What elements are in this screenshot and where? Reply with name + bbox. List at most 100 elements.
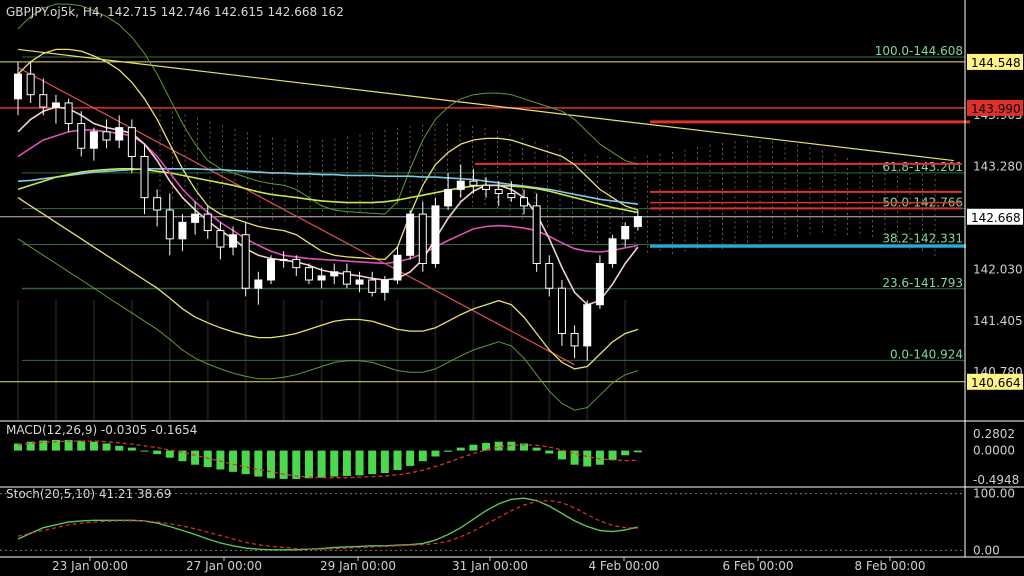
price-panel: 100.0-144.60861.8-143.20150.0-142.76638.… [0,3,970,420]
macd-tick: 0.0000 [973,444,1015,458]
candle-body [267,258,275,281]
candle-body [507,193,516,199]
candle-body [127,127,136,157]
price-tag-label: 140.664 [971,376,1021,390]
stoch-tick: 100.00 [973,487,1015,501]
macd-bar [241,450,250,475]
candle-body [229,234,238,248]
macd-bar [469,444,478,451]
envelope-upper [17,3,639,215]
macd-bar [545,450,554,454]
price-tag-label: 144.548 [971,56,1021,70]
stoch-header: Stoch(20,5,10) 41.21 38.69 [6,487,171,501]
stochastic-panel [0,493,965,551]
candle-body [304,267,313,281]
macd-bar [532,447,541,451]
fib-label: 38.2-142.331 [882,232,963,246]
macd-bar [254,450,263,477]
candle-body [520,197,528,207]
candle-body [595,263,604,306]
candle-body [14,73,22,100]
candle-body [482,184,491,190]
price-tick: 142.030 [973,262,1023,276]
candle-body [342,271,351,285]
macd-signal-line [17,440,638,479]
fib-label: 100.0-144.608 [875,44,963,58]
macd-bar [342,450,351,476]
symbol-header: GBPJPY.oj5k, H4, 142.715 142.746 142.615… [6,5,344,19]
time-tick: 6 Feb 00:00 [722,559,793,573]
candle-body [380,279,389,293]
candle-body [77,123,86,149]
candle-body [165,209,174,240]
candle-body [39,94,48,108]
bollinger-upper [17,48,639,261]
fib-label: 61.8-143.201 [882,160,963,174]
candle-body [216,230,225,248]
macd-bar [89,441,98,451]
macd-bar [330,450,339,477]
bollinger-lower [17,197,639,370]
moving-average-3 [17,129,639,265]
candle-body [292,258,301,269]
candle-body [608,238,617,265]
candle-body [393,254,402,281]
macd-bar [77,440,86,451]
trendline [17,67,575,366]
macd-bar [292,450,301,479]
macd-bar [355,450,364,476]
time-tick: 4 Feb 00:00 [588,559,659,573]
candle-body [545,263,554,289]
candle-body [115,127,124,141]
candle-body [89,131,98,149]
candle-body [203,213,212,232]
macd-bar [127,447,136,451]
macd-bar [444,450,453,452]
macd-bar [431,450,440,457]
candle-body [330,271,339,277]
macd-bar [406,450,415,466]
stoch-main-line [17,497,639,551]
candle-body [102,131,111,141]
time-tick: 23 Jan 00:00 [52,559,128,573]
time-tick: 27 Jan 00:00 [186,559,262,573]
candle-body [444,188,453,207]
candle-body [418,213,427,265]
macd-bar [216,450,225,470]
macd-bar [380,450,389,474]
candle-body [633,216,642,227]
candle-body [355,279,364,285]
candle-body [570,333,579,347]
candle-body [191,213,200,223]
candle-body [621,225,630,240]
candle-body [64,102,73,125]
macd-bar [456,447,465,451]
candle-body [557,287,566,335]
time-tick: 31 Jan 00:00 [452,559,528,573]
candle-body [279,258,288,261]
envelope-lower [17,238,639,411]
price-tag-label: 143.990 [971,102,1021,116]
price-tick: 143.280 [973,159,1023,173]
candle-body [241,234,250,289]
time-tick: 8 Feb 00:00 [854,559,925,573]
candle-body [140,155,149,199]
macd-bar [557,450,566,460]
candle-body [178,221,187,240]
macd-bar [102,443,111,451]
macd-tick: 0.2802 [973,427,1015,441]
macd-bar [191,450,200,465]
chart-svg: 100.0-144.60861.8-143.20150.0-142.76638.… [0,0,1024,573]
trendline [17,48,954,162]
candle-body [51,102,60,108]
stoch-signal-line [17,499,638,550]
candle-body [368,279,377,293]
candle-body [532,205,541,265]
macd-bar [140,450,149,452]
candle-body [583,304,592,347]
candle-body [153,197,162,211]
macd-bar [229,450,238,472]
fib-label: 0.0-140.924 [890,347,963,361]
macd-bar [621,450,630,456]
stoch-tick: 0.00 [973,543,1000,557]
